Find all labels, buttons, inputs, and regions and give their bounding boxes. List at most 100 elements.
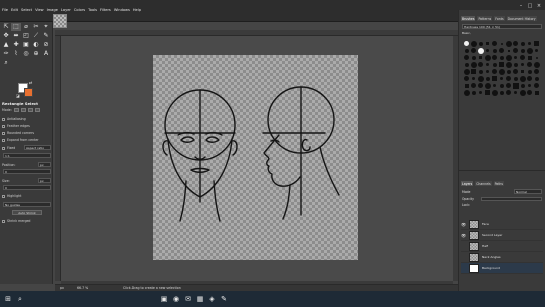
tool-text[interactable]: A (41, 50, 51, 58)
brush-preset[interactable] (484, 89, 491, 96)
search-icon[interactable]: ⌕ (16, 295, 24, 303)
minimize-button[interactable]: – (518, 3, 524, 9)
brush-preset[interactable] (463, 40, 470, 47)
brush-preset[interactable] (512, 47, 519, 54)
guides-select[interactable]: No guides (3, 202, 51, 207)
brush-preset[interactable] (470, 75, 477, 82)
tool-pencil[interactable]: ✎ (41, 32, 51, 40)
tool-bucket[interactable]: ▲ (1, 41, 11, 49)
brush-preset[interactable] (519, 54, 526, 61)
brush-preset[interactable] (533, 61, 540, 68)
expand-row[interactable]: Expand from center (2, 138, 39, 142)
brush-preset[interactable] (470, 82, 477, 89)
menu-windows[interactable]: Windows (114, 8, 130, 12)
brush-preset[interactable] (498, 40, 505, 47)
mode-subtract-button[interactable] (27, 108, 33, 112)
fixed-mode-select[interactable]: Aspect ratio (24, 145, 51, 150)
brush-preset[interactable] (470, 68, 477, 75)
tab-brushes[interactable]: Brushes (461, 16, 476, 21)
brush-preset[interactable] (519, 68, 526, 75)
brush-preset[interactable] (519, 89, 526, 96)
brush-preset[interactable] (505, 75, 512, 82)
brush-preset[interactable] (463, 68, 470, 75)
ratio-field[interactable]: 1:1 (3, 153, 51, 158)
brush-preset[interactable] (526, 54, 533, 61)
brush-preset[interactable] (463, 61, 470, 68)
brush-preset[interactable] (463, 47, 470, 54)
feather-row[interactable]: Feather edges (2, 124, 30, 128)
menu-edit[interactable]: Edit (11, 8, 18, 12)
brush-preset[interactable] (505, 47, 512, 54)
swap-colors-icon[interactable]: ⇄ (29, 80, 32, 85)
antialiasing-checkbox[interactable] (2, 117, 5, 121)
layer-row[interactable]: 👁 Second Layer (461, 230, 543, 241)
rounded-checkbox[interactable] (2, 131, 5, 135)
brush-preset[interactable] (477, 68, 484, 75)
brush-preset[interactable] (491, 40, 498, 47)
auto-shrink-button[interactable]: Auto Shrink (12, 210, 42, 215)
brush-preset[interactable] (533, 54, 540, 61)
brush-preset[interactable] (526, 75, 533, 82)
brush-preset[interactable] (526, 40, 533, 47)
mode-intersect-button[interactable] (34, 108, 40, 112)
image-canvas[interactable] (153, 55, 358, 260)
shrink-merged-row[interactable]: Shrink merged (2, 219, 30, 223)
brush-preset[interactable] (505, 61, 512, 68)
brush-preset[interactable] (484, 54, 491, 61)
menu-view[interactable]: View (35, 8, 44, 12)
brush-preset[interactable] (477, 61, 484, 68)
tool-crop[interactable]: ⌖ (41, 23, 51, 31)
brush-preset[interactable] (491, 75, 498, 82)
eye-icon[interactable]: 👁 (461, 222, 466, 227)
tab-document-history[interactable]: Document History (506, 16, 537, 21)
brush-preset[interactable] (498, 89, 505, 96)
maximize-button[interactable]: □ (527, 3, 533, 9)
brush-preset[interactable] (519, 61, 526, 68)
menu-colors[interactable]: Colors (74, 8, 85, 12)
tool-heal[interactable]: ✚ (11, 41, 21, 49)
brush-preset[interactable] (505, 82, 512, 89)
rounded-row[interactable]: Rounded corners (2, 131, 34, 135)
tab-layers[interactable]: Layers (461, 181, 474, 186)
shrink-merged-checkbox[interactable] (2, 219, 5, 223)
brush-preset[interactable] (526, 47, 533, 54)
brush-preset[interactable] (484, 82, 491, 89)
position-unit-select[interactable]: px (38, 162, 51, 167)
brush-preset[interactable] (484, 68, 491, 75)
brush-preset[interactable] (477, 40, 484, 47)
brush-preset[interactable] (533, 40, 540, 47)
tool-picker[interactable]: ⊕ (31, 50, 41, 58)
brush-preset[interactable] (526, 61, 533, 68)
brush-preset[interactable] (533, 47, 540, 54)
pointer-unit-select[interactable]: px (60, 286, 64, 290)
tab-fonts[interactable]: Fonts (494, 16, 505, 21)
brush-preset[interactable] (533, 89, 540, 96)
brush-preset[interactable] (526, 82, 533, 89)
brush-preset[interactable] (519, 82, 526, 89)
brush-preset[interactable] (470, 40, 477, 47)
reset-colors-icon[interactable]: ◪ (16, 93, 20, 98)
antialiasing-row[interactable]: Antialiasing (2, 117, 26, 121)
brush-preset[interactable] (512, 89, 519, 96)
brush-preset[interactable] (519, 75, 526, 82)
brush-preset[interactable] (498, 61, 505, 68)
tool-clone[interactable]: ▣ (21, 41, 31, 49)
brush-preset[interactable] (477, 89, 484, 96)
expand-checkbox[interactable] (2, 138, 5, 142)
tool-transform[interactable]: ✥ (1, 32, 11, 40)
brush-preset[interactable] (470, 89, 477, 96)
tab-paths[interactable]: Paths (493, 181, 504, 186)
brush-preset[interactable] (477, 47, 484, 54)
image-tab-thumbnail[interactable] (53, 14, 67, 28)
size-unit-select[interactable]: px (38, 178, 51, 183)
tool-eraser[interactable]: ⊘ (41, 41, 51, 49)
brush-preset[interactable] (512, 82, 519, 89)
opacity-slider[interactable] (481, 197, 542, 201)
brush-preset[interactable] (533, 75, 540, 82)
brush-preset[interactable] (463, 54, 470, 61)
brush-preset[interactable] (512, 68, 519, 75)
brush-preset[interactable] (470, 54, 477, 61)
brush-preset[interactable] (505, 54, 512, 61)
menu-layer[interactable]: Layer (61, 8, 71, 12)
menu-help[interactable]: Help (133, 8, 141, 12)
